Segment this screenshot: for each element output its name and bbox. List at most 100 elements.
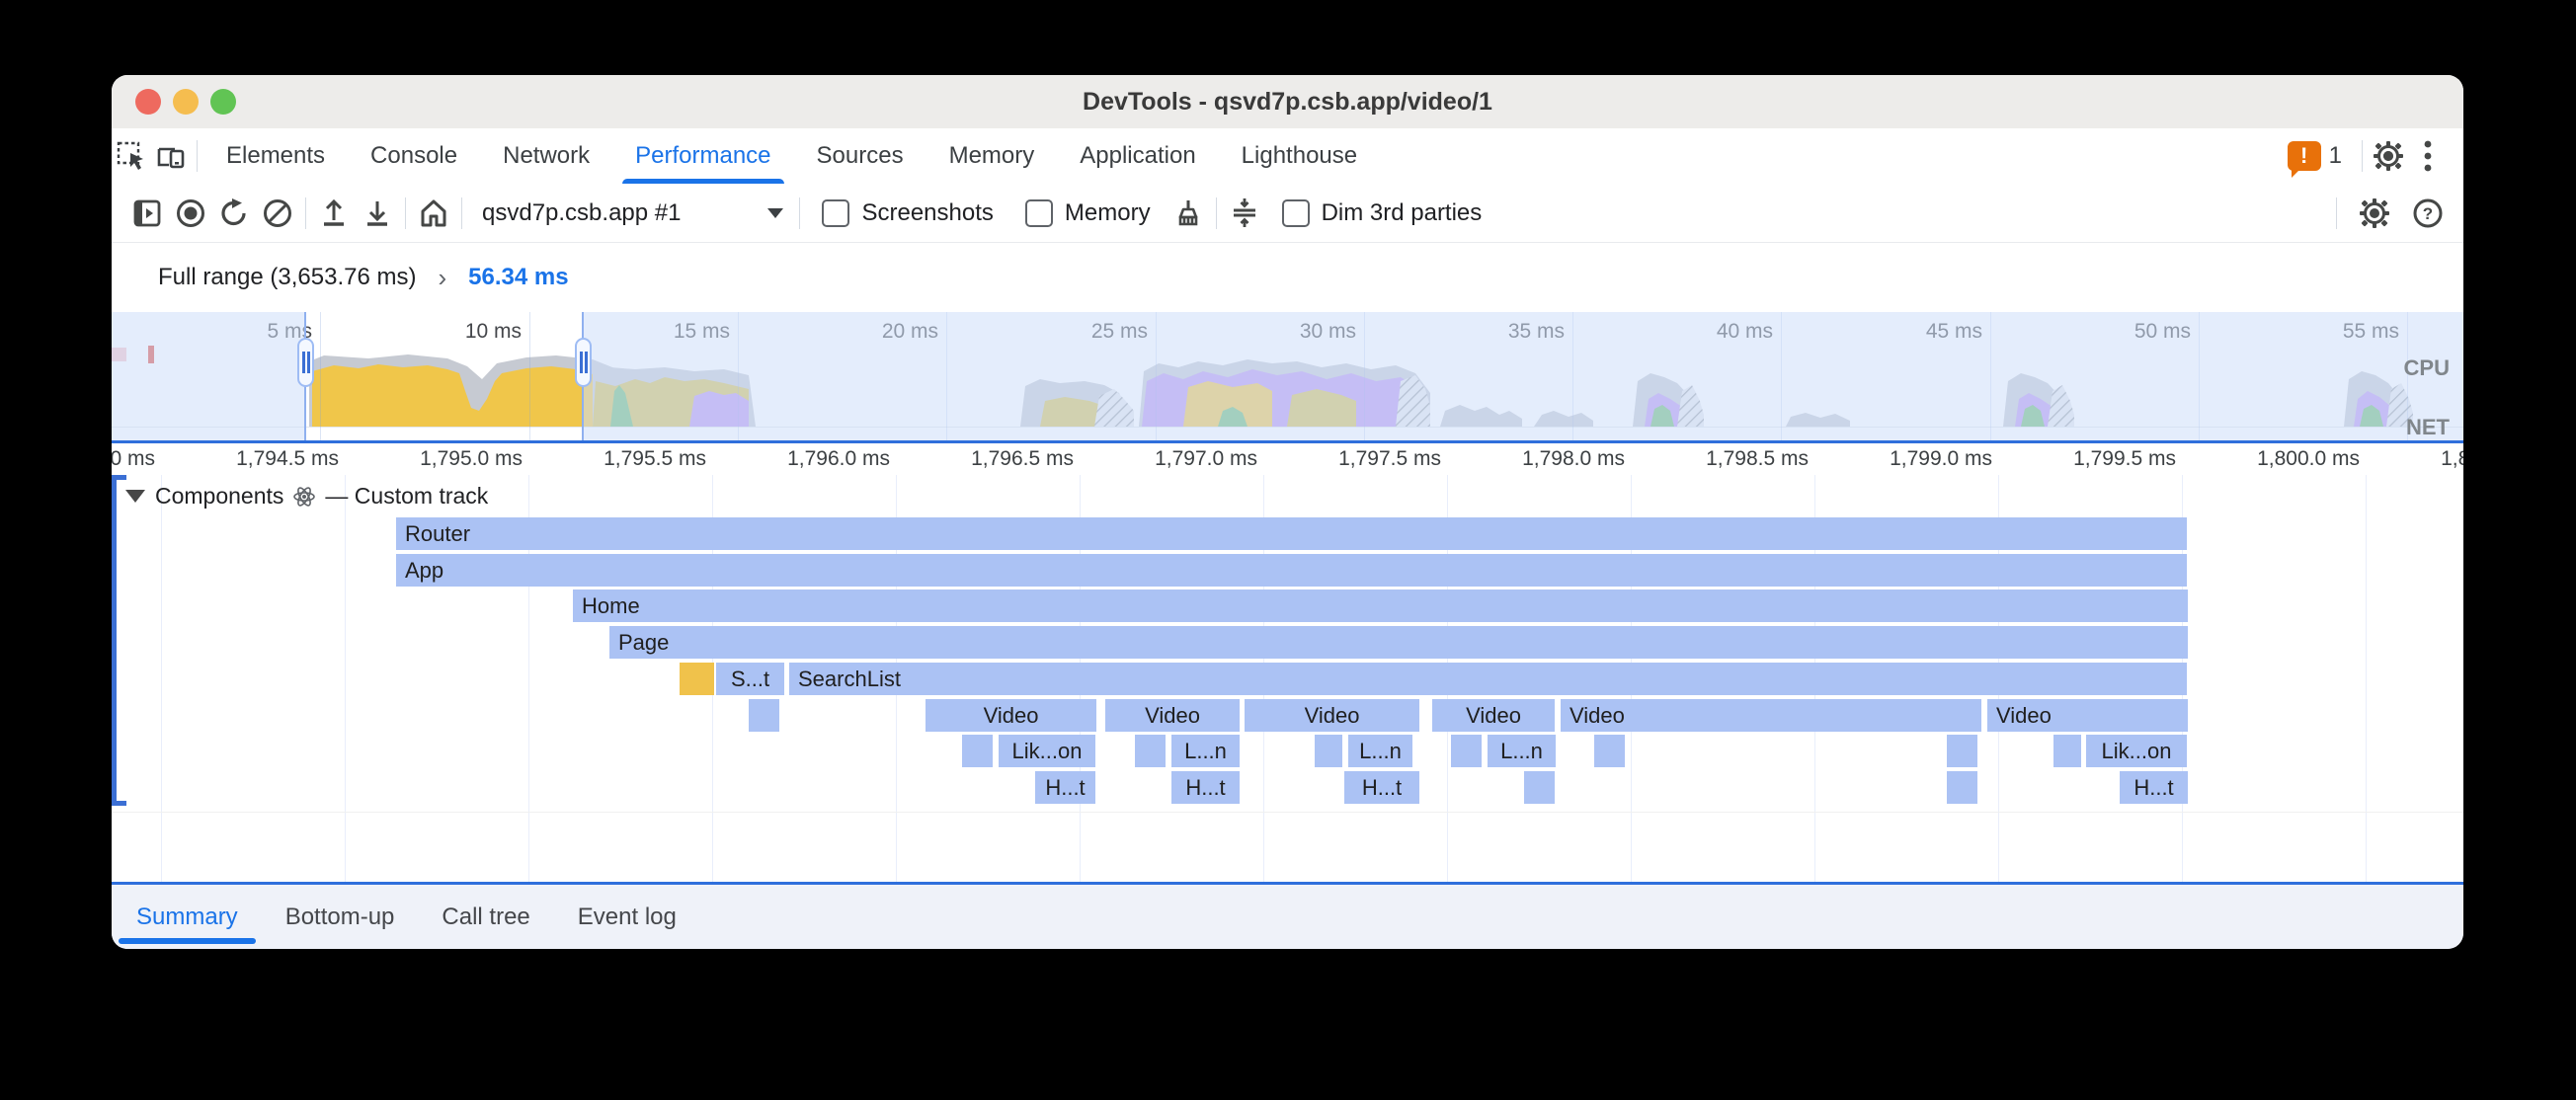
performance-toolbar: qsvd7p.csb.app #1 Screenshots Memory [112,184,2463,243]
divider [1216,197,1217,229]
time-axis-label: 1,799.0 ms [1824,447,1992,471]
flame-bar[interactable] [680,663,714,695]
live-metrics-home-icon[interactable] [412,192,455,235]
flame-bar[interactable] [1594,735,1625,767]
divider [461,197,462,229]
flame-bar-video[interactable]: Video [1105,699,1240,732]
flame-bar-searchlist[interactable]: SearchList [789,663,2187,695]
page-selector-dropdown[interactable]: qsvd7p.csb.app #1 [482,199,783,227]
toggle-sidebar-icon[interactable] [125,192,169,235]
tab-console[interactable]: Console [348,128,480,184]
toggle-device-toolbar-button[interactable] [151,136,191,176]
screenshots-checkbox[interactable]: Screenshots [822,199,993,227]
help-icon[interactable]: ? [2406,192,2450,235]
panel-tabs: ElementsConsoleNetworkPerformanceSources… [203,128,1380,184]
flame-bar-ht[interactable]: H...t [1035,771,1095,804]
selected-range-breadcrumb[interactable]: 56.34 ms [468,264,568,291]
time-axis-label: 1,798.0 ms [1457,447,1625,471]
time-axis-label: 1,798.5 ms [1641,447,1809,471]
garbage-collect-broom-icon[interactable] [1167,192,1210,235]
memory-checkbox[interactable]: Memory [1025,199,1151,227]
settings-gear-icon[interactable] [2369,136,2408,176]
flame-bar-ln[interactable]: L...n [1348,735,1412,767]
record-button[interactable] [169,192,212,235]
flame-bar[interactable] [1947,735,1977,767]
overview-tick-line [320,312,321,440]
devtools-tab-strip: ElementsConsoleNetworkPerformanceSources… [112,128,2463,185]
flame-bar-video[interactable]: Video [1245,699,1419,732]
issues-icon: ! [2288,141,2321,171]
divider [305,197,306,229]
tab-memory[interactable]: Memory [926,128,1058,184]
components-track-header[interactable]: Components — Custom track [125,483,488,510]
clear-button[interactable] [256,192,299,235]
collapse-sanitize-icon[interactable] [1223,192,1266,235]
bottom-tab-event-log[interactable]: Event log [554,885,700,949]
flame-bar-router[interactable]: Router [396,517,2187,550]
devtools-window: DevTools - qsvd7p.csb.app/video/1 Elemen… [112,75,2463,949]
flame-bar[interactable] [749,699,779,732]
flame-bar[interactable] [2053,735,2081,767]
tab-elements[interactable]: Elements [203,128,348,184]
checkbox-icon [1282,199,1310,227]
bottom-tab-call-tree[interactable]: Call tree [418,885,553,949]
tab-network[interactable]: Network [480,128,612,184]
timeline-overview[interactable]: 5 ms10 ms15 ms20 ms25 ms30 ms35 ms40 ms4… [112,312,2463,440]
window-titlebar[interactable]: DevTools - qsvd7p.csb.app/video/1 [112,75,2463,129]
window-title: DevTools - qsvd7p.csb.app/video/1 [112,75,2463,128]
full-range-breadcrumb[interactable]: Full range (3,653.76 ms) [158,264,416,291]
flame-bar-video[interactable]: Video [926,699,1096,732]
flame-bar[interactable] [1451,735,1482,767]
divider [2362,140,2363,172]
tab-application[interactable]: Application [1057,128,1218,184]
time-axis-label: 1,794.5 ms [171,447,339,471]
time-axis-label: 1,797.5 ms [1273,447,1441,471]
cpu-lane-label: CPU [2404,355,2450,381]
flame-bar-ht[interactable]: H...t [1344,771,1419,804]
tab-lighthouse[interactable]: Lighthouse [1219,128,1380,184]
flame-bar[interactable] [962,735,993,767]
track-name: Components [155,483,283,510]
bottom-tab-bottom-up[interactable]: Bottom-up [262,885,419,949]
selection-handle-left[interactable] [297,338,314,387]
tab-sources[interactable]: Sources [794,128,926,184]
flame-bar-st[interactable]: S...t [716,663,784,695]
checkbox-icon [1025,199,1053,227]
overview-dimmed-region [112,312,305,440]
flame-bar-video[interactable]: Video [1561,699,1981,732]
divider [405,197,406,229]
record-and-reload-button[interactable] [212,192,256,235]
flame-bar[interactable] [1135,735,1166,767]
flame-bar-likon[interactable]: Lik...on [999,735,1095,767]
load-profile-icon[interactable] [312,192,356,235]
flame-bar-video[interactable]: Video [1987,699,2188,732]
react-atom-icon [293,486,315,508]
flame-bar-page[interactable]: Page [609,626,2188,659]
svg-text:?: ? [2423,204,2433,223]
save-profile-icon[interactable] [356,192,399,235]
flame-bar-ln[interactable]: L...n [1171,735,1240,767]
bottom-tab-summary[interactable]: Summary [113,885,262,949]
time-axis-label: 1,796.0 ms [722,447,890,471]
flame-bar-likon[interactable]: Lik...on [2086,735,2187,767]
time-axis-label: 1,795.0 ms [355,447,523,471]
flame-bar-video[interactable]: Video [1432,699,1555,732]
flame-bar[interactable] [1524,771,1555,804]
flame-bar-ht[interactable]: H...t [1171,771,1240,804]
issues-badge[interactable]: ! 1 [2288,141,2342,171]
flame-bar-app[interactable]: App [396,554,2187,587]
inspect-element-button[interactable] [112,136,151,176]
flamechart-canvas[interactable]: Components — Custom track Router AppHome P… [112,475,2463,882]
flame-bar[interactable] [1947,771,1977,804]
dim-3rd-parties-checkbox[interactable]: Dim 3rd parties [1282,199,1483,227]
selection-handle-right[interactable] [575,338,592,387]
flame-bar-home[interactable]: Home [573,589,2188,622]
collapse-triangle-icon[interactable] [125,490,145,503]
flame-bar[interactable] [1315,735,1342,767]
flame-bar-ln[interactable]: L...n [1488,735,1556,767]
kebab-menu-icon[interactable] [2408,136,2448,176]
flame-bar-ht[interactable]: H...t [2120,771,2188,804]
track-subtitle: — Custom track [325,483,488,510]
capture-settings-gear-icon[interactable] [2353,192,2396,235]
tab-performance[interactable]: Performance [612,128,793,184]
